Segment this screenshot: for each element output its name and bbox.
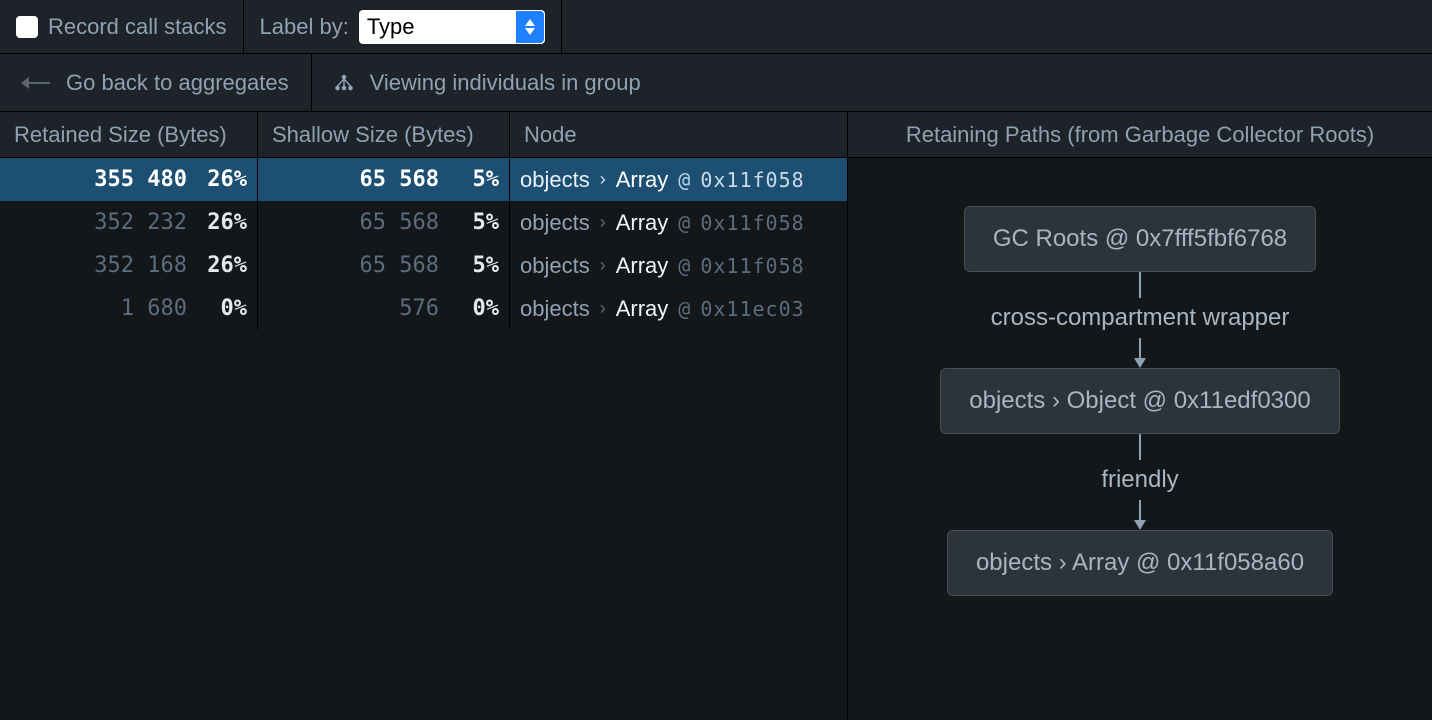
graph-edge: friendly [1101,434,1178,530]
retained-size: 1 680 [0,296,187,321]
cell-node: objects › Array @0x11f058 [510,158,847,201]
graph-node[interactable]: objects › Object @ 0x11edf0300 [940,368,1339,434]
cell-node: objects › Array @0x11ec03 [510,287,847,330]
cell-retained: 352 16826% [0,244,258,287]
cell-retained: 1 6800% [0,287,258,330]
at-sign: @ [678,254,690,278]
left-panel: Retained Size (Bytes) Shallow Size (Byte… [0,112,848,720]
at-sign: @ [678,168,690,192]
node-category: objects [520,210,590,236]
cell-shallow: 5760% [258,287,510,330]
column-retained[interactable]: Retained Size (Bytes) [0,112,258,157]
column-node[interactable]: Node [510,112,847,157]
retained-pct: 0% [193,296,247,321]
shallow-pct: 5% [445,167,499,192]
cell-retained: 355 48026% [0,158,258,201]
edge-label: friendly [1101,460,1178,500]
chevron-right-icon: › [600,255,606,276]
node-type: Array [616,167,669,193]
at-sign: @ [678,297,690,321]
graph-node[interactable]: objects › Array @ 0x11f058a60 [947,530,1333,596]
go-back-button[interactable]: Go back to aggregates [0,54,312,111]
column-node-label: Node [524,122,577,148]
label-by-dropdown[interactable]: Type [359,10,545,44]
shallow-size: 65 568 [258,167,439,192]
node-category: objects [520,167,590,193]
retained-size: 352 168 [0,253,187,278]
dropdown-spinner-icon [516,11,544,43]
arrow-left-icon [22,82,50,84]
shallow-pct: 5% [445,253,499,278]
arrow-down-icon [1134,520,1146,530]
node-type: Array [616,210,669,236]
node-category: objects [520,296,590,322]
chevron-down-icon [525,28,535,35]
record-section: Record call stacks [0,0,244,53]
viewing-section: Viewing individuals in group [312,54,663,111]
graph-node[interactable]: GC Roots @ 0x7fff5fbf6768 [964,206,1316,272]
retaining-paths-title: Retaining Paths (from Garbage Collector … [848,112,1432,158]
toolbar: Record call stacks Label by: Type [0,0,1432,54]
cell-node: objects › Array @0x11f058 [510,244,847,287]
edge-line [1139,500,1141,522]
record-checkbox[interactable] [16,16,38,38]
chevron-right-icon: › [600,298,606,319]
node-type: Array [616,296,669,322]
retaining-paths-graph: GC Roots @ 0x7fff5fbf6768 cross-compartme… [848,158,1432,720]
node-address: 0x11f058 [700,168,804,192]
arrow-down-icon [1134,358,1146,368]
column-retained-label: Retained Size (Bytes) [14,122,227,148]
table-row[interactable]: 1 6800%5760%objects›Array@0x11ec03 [0,287,847,330]
shallow-size: 65 568 [258,210,439,235]
right-panel: Retaining Paths (from Garbage Collector … [848,112,1432,720]
table-row[interactable]: 352 16826%65 5685%objects›Array@0x11f058 [0,244,847,287]
record-label: Record call stacks [48,14,227,40]
cell-shallow: 65 5685% [258,201,510,244]
table-row[interactable]: 352 23226%65 5685%objects›Array@0x11f058 [0,201,847,244]
cell-shallow: 65 5685% [258,158,510,201]
chevron-right-icon: › [600,212,606,233]
viewing-label: Viewing individuals in group [370,70,641,96]
table-body: 355 48026%65 5685%objects›Array@0x11f058… [0,158,847,330]
subbar: Go back to aggregates Viewing individual… [0,54,1432,112]
column-shallow-label: Shallow Size (Bytes) [272,122,474,148]
tree-icon [334,74,354,92]
node-category: objects [520,253,590,279]
dropdown-value: Type [367,14,415,40]
chevron-up-icon [525,19,535,26]
shallow-size: 65 568 [258,253,439,278]
graph-edge: cross-compartment wrapper [991,272,1290,368]
label-by-text: Label by: [260,14,349,40]
edge-label: cross-compartment wrapper [991,298,1290,338]
table-row[interactable]: 355 48026%65 5685%objects›Array@0x11f058 [0,158,847,201]
edge-line [1139,272,1141,298]
node-address: 0x11f058 [700,254,804,278]
label-by-section: Label by: Type [244,0,562,53]
node-address: 0x11f058 [700,211,804,235]
edge-line [1139,434,1141,460]
shallow-pct: 0% [445,296,499,321]
node-type: Array [616,253,669,279]
retained-pct: 26% [193,167,247,192]
retained-size: 355 480 [0,167,187,192]
shallow-pct: 5% [445,210,499,235]
retained-pct: 26% [193,210,247,235]
retained-size: 352 232 [0,210,187,235]
table-header: Retained Size (Bytes) Shallow Size (Byte… [0,112,847,158]
main-split: Retained Size (Bytes) Shallow Size (Byte… [0,112,1432,720]
go-back-label: Go back to aggregates [66,70,289,96]
column-shallow[interactable]: Shallow Size (Bytes) [258,112,510,157]
cell-retained: 352 23226% [0,201,258,244]
chevron-right-icon: › [600,169,606,190]
cell-shallow: 65 5685% [258,244,510,287]
at-sign: @ [678,211,690,235]
shallow-size: 576 [258,296,439,321]
retained-pct: 26% [193,253,247,278]
edge-line [1139,338,1141,360]
node-address: 0x11ec03 [700,297,804,321]
cell-node: objects › Array @0x11f058 [510,201,847,244]
